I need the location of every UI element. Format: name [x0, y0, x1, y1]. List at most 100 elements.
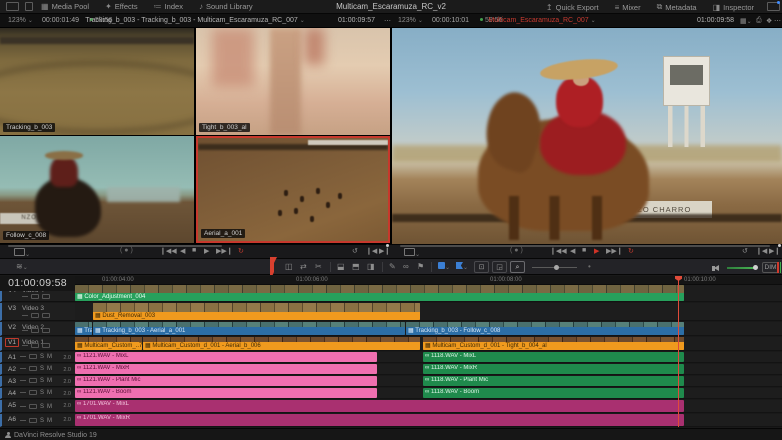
audio-clip[interactable]: ∞ 1118.WAV - MixR	[423, 364, 684, 374]
lock-icon[interactable]	[20, 380, 26, 381]
track-id-badge[interactable]: A5	[6, 402, 18, 409]
insert-clip-button[interactable]: ⬓	[337, 262, 345, 271]
track-header-v2[interactable]: V2Video 2	[0, 322, 75, 336]
video-clip[interactable]: ▦ Multicam_Custom_..7 - Follow_c_007	[75, 337, 142, 350]
enable-video-icon[interactable]	[42, 328, 50, 333]
solo-button[interactable]: S	[40, 378, 44, 384]
source-stop-button[interactable]: ■	[192, 247, 196, 254]
trim-edit-mode-tool[interactable]: ◫	[285, 262, 293, 271]
record-stop-button[interactable]: ■	[582, 247, 586, 254]
track-id-badge[interactable]: V3	[6, 305, 18, 312]
audio-clip[interactable]: ∞ 1121.WAV - MixL	[75, 352, 377, 362]
dynamic-trim-tool[interactable]: ⇄	[300, 262, 307, 271]
record-last-frame-button[interactable]: ▶▶❙	[606, 247, 623, 255]
audio-clip[interactable]: ∞ 1121.WAV - Boom	[75, 388, 377, 398]
timeline-name-dropdown[interactable]: Multicam_Escaramuza_RC_007 ⌄	[392, 17, 692, 24]
custom-zoom-button[interactable]: ⌕	[510, 261, 525, 273]
video-clip[interactable]: ▦ Multicam_Custom_d_001 - Tight_b_004_al	[423, 337, 684, 350]
track-lane-v3[interactable]: ▦ Dust_Removal_003	[75, 303, 782, 321]
track-id-badge[interactable]: A3	[6, 378, 18, 385]
solo-button[interactable]: S	[40, 418, 44, 424]
source-in-icon[interactable]: ❙◀	[366, 247, 377, 255]
arm-icon[interactable]	[29, 390, 37, 395]
record-loop-button[interactable]: ↻	[628, 247, 634, 255]
lock-icon[interactable]	[22, 315, 28, 316]
arm-icon[interactable]	[29, 404, 37, 409]
source-options-icon[interactable]: ⋯	[384, 17, 391, 25]
top-button-sound-library[interactable]: ♪Sound Library	[191, 0, 261, 14]
enable-video-icon[interactable]	[42, 294, 50, 299]
top-button-metadata[interactable]: ⧉Metadata	[649, 0, 705, 14]
top-button-inspector[interactable]: ◨Inspector	[705, 0, 762, 14]
record-match-frame-icon[interactable]: ↺	[742, 247, 748, 255]
track-lane-v1[interactable]: ▦ Multicam_Custom_..7 - Follow_c_007▦ Mu…	[75, 337, 782, 351]
auto-select-icon[interactable]	[31, 294, 39, 299]
multicam-angle-aerial_a_001[interactable]: Aerial_a_001	[196, 136, 390, 243]
timeline-view-options-icon[interactable]: ≋⌄	[16, 262, 28, 271]
dual-viewer-toggle-icon[interactable]	[25, 2, 33, 11]
top-button-index[interactable]: ≔Index	[146, 0, 191, 14]
source-scrollbar[interactable]	[8, 245, 222, 247]
viewer-options-icon[interactable]: ⋯	[774, 17, 781, 25]
solo-button[interactable]: S	[40, 404, 44, 410]
track-header-a5[interactable]: A5SM2.0	[0, 400, 75, 413]
blade-tool[interactable]: ✂	[315, 262, 322, 271]
audio-monitor-icon[interactable]	[712, 264, 719, 273]
color-icon[interactable]: ❖	[766, 17, 772, 25]
track-header-a4[interactable]: A4SM2.0	[0, 388, 75, 399]
detail-zoom-button[interactable]: ◲	[492, 261, 507, 273]
audio-clip[interactable]: ∞ 1118.WAV - Boom	[423, 388, 684, 398]
track-header-a2[interactable]: A2SM2.0	[0, 364, 75, 375]
track-lane-a1[interactable]: ∞ 1121.WAV - MixL ∞ 1118.WAV - MixL	[75, 352, 782, 363]
mute-button[interactable]: M	[47, 418, 52, 424]
mute-button[interactable]: M	[47, 354, 52, 360]
source-clip-mode-icon[interactable]: ⌄	[14, 248, 30, 258]
lock-icon[interactable]	[20, 392, 26, 393]
audio-clip[interactable]: ∞ 1118.WAV - MixL	[423, 352, 684, 362]
flag-icon[interactable]: ⚑	[417, 262, 424, 271]
video-clip[interactable]: ▦ Multicam_Custom_d_001 - Aerial_b_006	[143, 337, 420, 350]
audio-clip[interactable]: ∞ 1121.WAV - MixR	[75, 364, 377, 374]
lock-icon[interactable]	[22, 330, 28, 331]
audio-clip[interactable]: ∞ 1118.WAV - Plant Mic	[423, 376, 684, 386]
track-id-badge[interactable]: A1	[6, 354, 18, 361]
solo-button[interactable]: S	[40, 366, 44, 372]
auto-select-icon[interactable]	[31, 343, 39, 348]
record-viewer[interactable]: NZO CHARRO	[392, 28, 782, 244]
arm-icon[interactable]	[29, 366, 37, 371]
video-clip[interactable]: ▦ Tracking_b_003 - Aerial_a_001	[93, 322, 405, 335]
mute-button[interactable]: M	[47, 366, 52, 372]
track-lane-a6[interactable]: ∞ 1701.WAV - MixR	[75, 414, 782, 427]
track-header-a3[interactable]: A3SM2.0	[0, 376, 75, 387]
record-clip-mode-icon[interactable]: ⌄	[404, 248, 420, 258]
overwrite-clip-button[interactable]: ⬒	[352, 262, 360, 271]
audio-clip[interactable]: ∞ 1701.WAV - MixL	[75, 400, 684, 412]
lock-icon[interactable]	[20, 368, 26, 369]
track-id-badge[interactable]: V1	[5, 338, 19, 347]
record-in-icon[interactable]: ❙◀	[756, 247, 767, 255]
lock-icon[interactable]	[20, 420, 26, 421]
video-clip[interactable]: ▦ Tracking_b_003 - Follow_c_008	[406, 322, 684, 335]
zoom-reset-dot[interactable]: •	[588, 262, 591, 271]
lock-icon[interactable]	[22, 296, 28, 297]
source-out-icon[interactable]: ▶❙	[379, 247, 390, 255]
track-lane-v4[interactable]: ▦ Color_Adjustment_004	[75, 285, 782, 302]
lock-icon[interactable]	[22, 345, 28, 346]
track-lane-a5[interactable]: ∞ 1701.WAV - MixL	[75, 400, 782, 413]
source-step-back-button[interactable]: ◀	[180, 247, 185, 255]
video-clip[interactable]: ▦ Color_Adjustment_004	[75, 285, 684, 301]
auto-select-icon[interactable]	[31, 328, 39, 333]
track-header-v3[interactable]: V3Video 3	[0, 303, 75, 321]
source-play-button[interactable]: ▶	[204, 247, 209, 255]
lock-icon[interactable]	[20, 356, 26, 357]
playhead-line[interactable]	[678, 276, 679, 427]
viewer-mode-icon[interactable]: ▦⌄	[740, 17, 752, 25]
record-step-back-button[interactable]: ◀	[570, 247, 575, 255]
solo-button[interactable]: S	[40, 354, 44, 360]
arm-icon[interactable]	[29, 418, 37, 423]
source-jog-control[interactable]: ( ● )	[120, 247, 133, 254]
flag-color-dropdown[interactable]: ⌄	[456, 262, 468, 271]
auto-select-icon[interactable]	[31, 313, 39, 318]
left-panel-toggle-icon[interactable]	[6, 2, 19, 11]
video-clip[interactable]: ▦ Tra..._al	[75, 322, 92, 335]
